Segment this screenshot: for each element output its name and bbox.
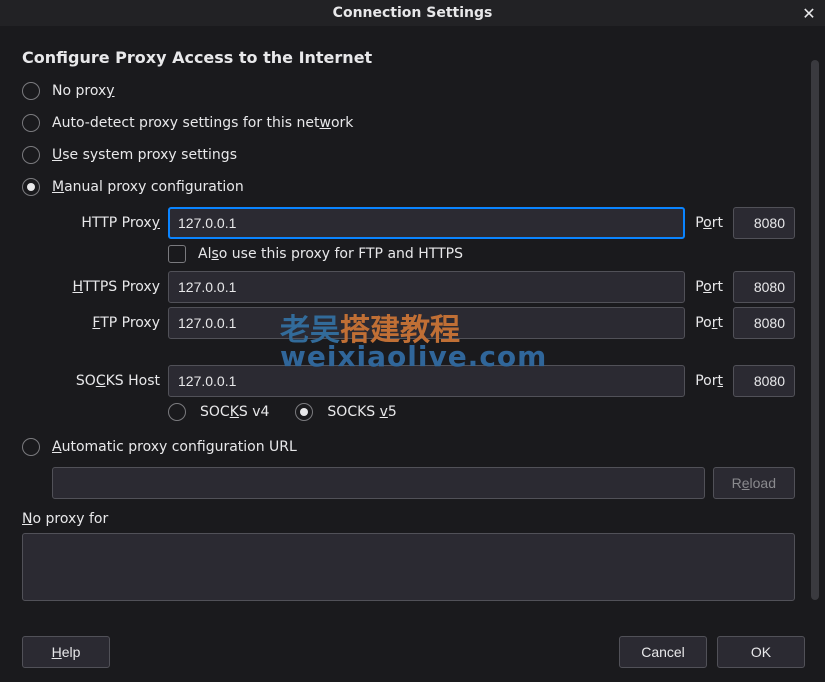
radio-socks4[interactable]: [168, 403, 186, 421]
reload-button[interactable]: Reload: [713, 467, 795, 499]
socks-host-label: SOCKS Host: [52, 373, 162, 389]
radio-label-socks4: SOCKS v4: [200, 404, 269, 420]
radio-label-socks5: SOCKS v5: [327, 404, 396, 420]
radio-label: No proxy: [52, 83, 115, 99]
dialog-button-row: Help Cancel OK: [22, 636, 805, 668]
socks-host-input[interactable]: [168, 365, 685, 397]
also-use-row[interactable]: Also use this proxy for FTP and HTTPS: [168, 245, 795, 263]
option-no-proxy[interactable]: No proxy: [22, 75, 795, 107]
dialog-content: Configure Proxy Access to the Internet N…: [0, 26, 825, 682]
option-auto-detect[interactable]: Auto-detect proxy settings for this netw…: [22, 107, 795, 139]
close-icon[interactable]: ✕: [796, 0, 822, 26]
https-port-input[interactable]: [733, 271, 795, 303]
radio-label: Auto-detect proxy settings for this netw…: [52, 115, 353, 131]
radio-icon[interactable]: [22, 82, 40, 100]
https-proxy-label: HTTPS Proxy: [52, 279, 162, 295]
auto-url-row: Reload: [52, 467, 795, 499]
https-proxy-row: HTTPS Proxy Port: [52, 271, 795, 303]
scrollbar[interactable]: [811, 60, 819, 600]
socks-version-row: SOCKS v4 SOCKS v5: [168, 403, 795, 421]
window-title: Connection Settings: [333, 5, 493, 21]
http-port-input[interactable]: [733, 207, 795, 239]
socks-port-label: Port: [691, 373, 727, 389]
no-proxy-for-label: No proxy for: [22, 511, 795, 527]
auto-url-input[interactable]: [52, 467, 705, 499]
radio-icon[interactable]: [22, 114, 40, 132]
help-button[interactable]: Help: [22, 636, 110, 668]
radio-label: Automatic proxy configuration URL: [52, 439, 297, 455]
http-proxy-row: HTTP Proxy Port: [52, 207, 795, 239]
option-manual-proxy[interactable]: Manual proxy configuration: [22, 171, 795, 203]
radio-label: Manual proxy configuration: [52, 179, 244, 195]
checkbox-label: Also use this proxy for FTP and HTTPS: [198, 246, 463, 262]
ok-button[interactable]: OK: [717, 636, 805, 668]
no-proxy-for-textarea[interactable]: [22, 533, 795, 601]
ftp-port-input[interactable]: [733, 307, 795, 339]
socks-port-input[interactable]: [733, 365, 795, 397]
radio-icon[interactable]: [22, 178, 40, 196]
http-proxy-input[interactable]: [168, 207, 685, 239]
ftp-proxy-input[interactable]: [168, 307, 685, 339]
radio-icon[interactable]: [22, 438, 40, 456]
radio-icon[interactable]: [22, 146, 40, 164]
option-system-proxy[interactable]: Use system proxy settings: [22, 139, 795, 171]
https-port-label: Port: [691, 279, 727, 295]
checkbox-icon[interactable]: [168, 245, 186, 263]
http-port-label: Port: [691, 215, 727, 231]
radio-socks5[interactable]: [295, 403, 313, 421]
scroll-area: Configure Proxy Access to the Internet N…: [22, 48, 805, 622]
cancel-button[interactable]: Cancel: [619, 636, 707, 668]
ftp-proxy-label: FTP Proxy: [52, 315, 162, 331]
page-heading: Configure Proxy Access to the Internet: [22, 48, 795, 67]
ftp-port-label: Port: [691, 315, 727, 331]
titlebar: Connection Settings ✕: [0, 0, 825, 26]
http-proxy-label: HTTP Proxy: [52, 215, 162, 231]
ftp-proxy-row: FTP Proxy Port: [52, 307, 795, 339]
socks-host-row: SOCKS Host Port: [52, 365, 795, 397]
https-proxy-input[interactable]: [168, 271, 685, 303]
radio-label: Use system proxy settings: [52, 147, 237, 163]
option-auto-url[interactable]: Automatic proxy configuration URL: [22, 431, 795, 463]
